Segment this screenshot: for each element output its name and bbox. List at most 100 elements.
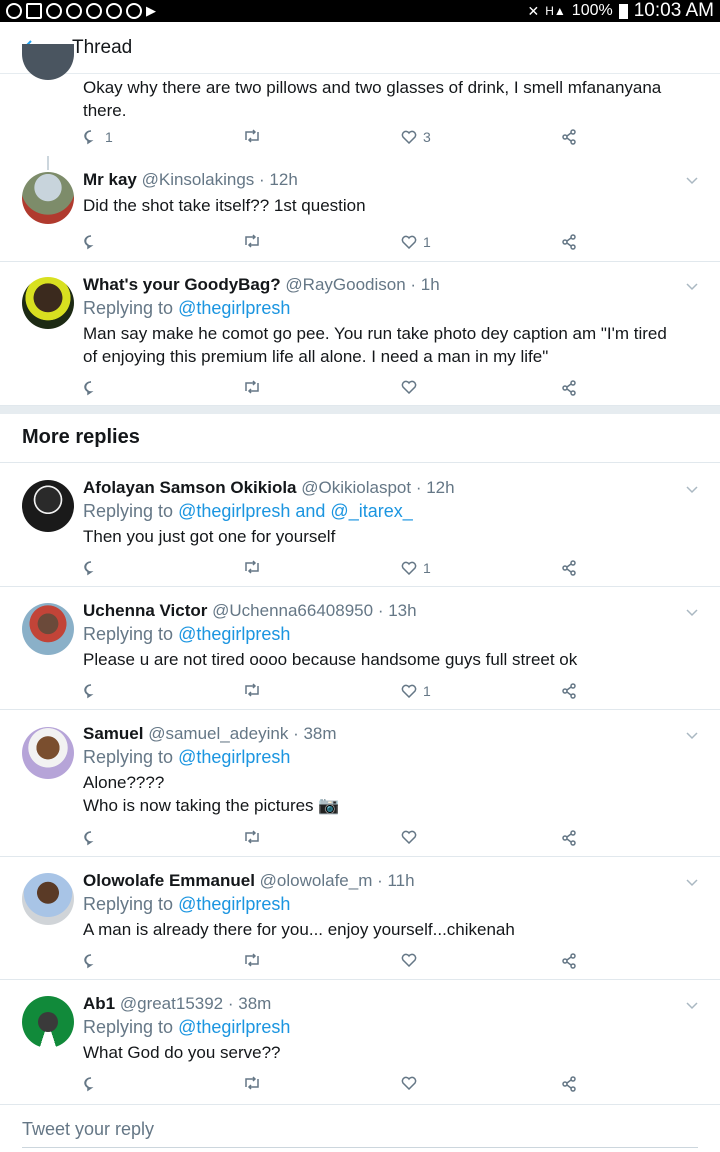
retweet-button[interactable] xyxy=(243,129,261,143)
like-button[interactable]: 3 xyxy=(401,129,431,145)
avatar[interactable] xyxy=(22,603,74,655)
author-name[interactable]: What's your GoodyBag? xyxy=(83,275,281,294)
avatar[interactable] xyxy=(22,277,74,329)
section-title: More replies xyxy=(22,426,140,448)
battery-icon xyxy=(618,3,628,19)
reply-input[interactable]: Tweet your reply xyxy=(22,1119,154,1140)
replying-to: Replying to @thegirlpresh xyxy=(83,622,680,646)
like-button[interactable]: 1 xyxy=(401,683,431,699)
reply-button[interactable] xyxy=(83,830,105,846)
share-button[interactable] xyxy=(561,953,577,969)
chrome-icon xyxy=(46,3,62,19)
tweet[interactable]: Samuel @samuel_adeyink · 38m Replying to… xyxy=(0,710,720,857)
share-button[interactable] xyxy=(561,1076,577,1092)
share-button[interactable] xyxy=(561,683,577,699)
mention-link[interactable]: @thegirlpresh xyxy=(178,298,290,318)
reply-button[interactable] xyxy=(83,1076,105,1092)
tweet[interactable]: Ab1 @great15392 · 38m Replying to @thegi… xyxy=(0,980,720,1104)
tweet[interactable]: What's your GoodyBag? @RayGoodison · 1h … xyxy=(0,262,720,406)
author-handle[interactable]: @Kinsolakings xyxy=(142,170,255,189)
share-button[interactable] xyxy=(561,560,577,576)
mention-link[interactable]: @thegirlpresh xyxy=(178,1017,290,1037)
author-name[interactable]: Uchenna Victor xyxy=(83,601,207,620)
mention-link[interactable]: @thegirlpresh xyxy=(178,624,290,644)
replying-to-label: Replying to xyxy=(83,298,174,318)
gallery-icon xyxy=(26,3,42,19)
author-handle[interactable]: @Uchenna66408950 xyxy=(212,601,373,620)
like-button[interactable] xyxy=(401,953,423,967)
author-name[interactable]: Ab1 xyxy=(83,994,115,1013)
tweet[interactable]: Afolayan Samson Okikiola @Okikiolaspot ·… xyxy=(0,463,720,587)
heart-icon xyxy=(401,830,417,844)
tweet-header: Uchenna Victor @Uchenna66408950 · 13h xyxy=(83,600,680,622)
tweet[interactable]: Uchenna Victor @Uchenna66408950 · 13h Re… xyxy=(0,587,720,710)
reply-button[interactable] xyxy=(83,953,105,969)
heart-icon xyxy=(401,561,417,575)
like-count: 1 xyxy=(423,683,431,699)
like-button[interactable] xyxy=(401,830,423,844)
retweet-icon xyxy=(245,129,259,143)
replying-to-label: Replying to xyxy=(83,747,174,767)
retweet-icon xyxy=(245,1076,259,1090)
reply-button[interactable] xyxy=(83,560,105,576)
chevron-down-icon[interactable] xyxy=(686,606,698,618)
like-button[interactable] xyxy=(401,1076,423,1090)
author-handle[interactable]: @samuel_adeyink xyxy=(148,724,288,743)
reply-button[interactable] xyxy=(83,683,105,699)
signal-icon: H▲ xyxy=(545,4,566,18)
play-icon: ▶ xyxy=(146,3,156,18)
tweet-partial[interactable]: Okay why there are two pillows and two g… xyxy=(0,44,720,160)
tweet-time: · 11h xyxy=(377,871,415,890)
tweet-text: Man say make he comot go pee. You run ta… xyxy=(83,324,667,366)
author-name[interactable]: Olowolafe Emmanuel xyxy=(83,871,255,890)
reply-button[interactable] xyxy=(83,380,105,396)
avatar[interactable] xyxy=(22,480,74,532)
author-handle[interactable]: @great15392 xyxy=(120,994,223,1013)
share-icon xyxy=(562,129,576,145)
retweet-button[interactable] xyxy=(243,1076,261,1090)
chevron-down-icon[interactable] xyxy=(686,174,698,186)
author-handle[interactable]: @olowolafe_m xyxy=(260,871,373,890)
mention-link[interactable]: @thegirlpresh xyxy=(178,747,290,767)
like-button[interactable]: 1 xyxy=(401,560,431,576)
reply-button[interactable] xyxy=(83,234,105,250)
chevron-down-icon[interactable] xyxy=(686,729,698,741)
tweet[interactable]: Olowolafe Emmanuel @olowolafe_m · 11h Re… xyxy=(0,857,720,980)
share-button[interactable] xyxy=(561,234,577,250)
retweet-button[interactable] xyxy=(243,830,261,844)
reply-button[interactable]: 1 xyxy=(83,129,113,145)
share-button[interactable] xyxy=(561,830,577,846)
avatar[interactable] xyxy=(22,172,74,224)
chevron-down-icon[interactable] xyxy=(686,483,698,495)
chevron-down-icon[interactable] xyxy=(686,999,698,1011)
notification-icons: ▶ xyxy=(6,3,156,19)
avatar[interactable] xyxy=(22,44,74,80)
facebook-icon xyxy=(86,3,102,19)
retweet-button[interactable] xyxy=(243,560,261,574)
share-button[interactable] xyxy=(561,129,577,145)
tweet[interactable]: Mr kay @Kinsolakings · 12h Did the shot … xyxy=(0,160,720,262)
retweet-button[interactable] xyxy=(243,683,261,697)
author-handle[interactable]: @RayGoodison xyxy=(285,275,405,294)
avatar[interactable] xyxy=(22,996,74,1048)
avatar[interactable] xyxy=(22,727,74,779)
retweet-button[interactable] xyxy=(243,380,261,394)
tweet-header: Afolayan Samson Okikiola @Okikiolaspot ·… xyxy=(83,477,680,499)
share-button[interactable] xyxy=(561,380,577,396)
author-name[interactable]: Afolayan Samson Okikiola xyxy=(83,478,297,497)
share-icon xyxy=(562,1076,576,1092)
retweet-button[interactable] xyxy=(243,234,261,248)
mention-link[interactable]: @thegirlpresh and @_itarex_ xyxy=(178,501,413,521)
author-handle[interactable]: @Okikiolaspot xyxy=(301,478,411,497)
reply-count: 1 xyxy=(105,129,113,145)
like-button[interactable]: 1 xyxy=(401,234,431,250)
like-button[interactable] xyxy=(401,380,423,394)
mention-link[interactable]: @thegirlpresh xyxy=(178,894,290,914)
author-name[interactable]: Samuel xyxy=(83,724,143,743)
chevron-down-icon[interactable] xyxy=(686,876,698,888)
chevron-down-icon[interactable] xyxy=(686,280,698,292)
retweet-button[interactable] xyxy=(243,953,261,967)
author-name[interactable]: Mr kay xyxy=(83,170,137,189)
reply-composer: Tweet your reply xyxy=(0,1104,720,1152)
avatar[interactable] xyxy=(22,873,74,925)
